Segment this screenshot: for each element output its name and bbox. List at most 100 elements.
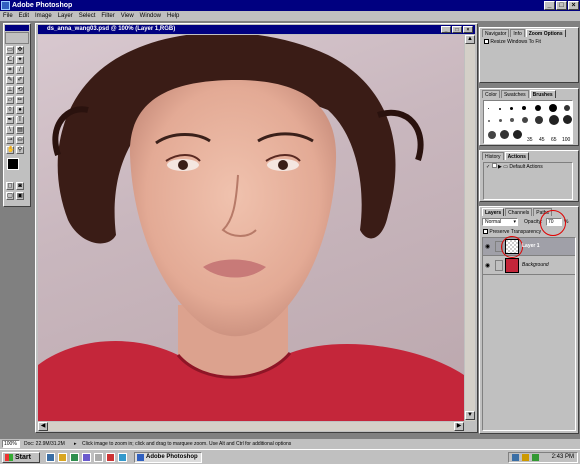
layer-row-layer-1[interactable]: ◉ Layer 1 xyxy=(483,236,575,258)
blur-tool-icon[interactable]: ◊ xyxy=(6,106,14,114)
magic-wand-icon[interactable]: ✦ xyxy=(16,56,24,64)
standard-mode-icon[interactable]: ◻ xyxy=(6,182,14,190)
start-button[interactable]: Start xyxy=(2,452,40,463)
tab-swatches[interactable]: Swatches xyxy=(500,90,529,98)
brush-size-35[interactable]: 35 xyxy=(527,137,533,143)
full-screen-mode-icon[interactable]: ▣ xyxy=(16,192,24,200)
tab-brushes[interactable]: Brushes xyxy=(529,90,556,98)
doc-size[interactable]: Doc: 22.9M/31.2M xyxy=(24,439,65,449)
expand-triangle-icon[interactable]: ▶ xyxy=(498,164,502,170)
preserve-transparency-option[interactable]: Preserve Transparency xyxy=(483,229,541,235)
gradient-tool-icon[interactable]: ▤ xyxy=(16,126,24,134)
brush-size-65[interactable]: 65 xyxy=(551,137,557,143)
quick-mask-mode-icon[interactable]: ◙ xyxy=(16,182,24,190)
eraser-tool-icon[interactable]: ▱ xyxy=(6,96,14,104)
system-tray: 2:43 PM xyxy=(508,452,578,463)
actions-list: ✓ ▶ ▭ Default Actions xyxy=(483,162,573,200)
eyedropper-tool-icon[interactable]: ⊸ xyxy=(6,136,14,144)
volume-tray-icon[interactable] xyxy=(522,454,529,461)
pen-tool-icon[interactable]: ✒ xyxy=(6,116,14,124)
line-tool-icon[interactable]: \ xyxy=(6,126,14,134)
ie-quicklaunch-icon[interactable] xyxy=(46,453,55,462)
brush-size-45[interactable]: 45 xyxy=(539,137,545,143)
tab-channels[interactable]: Channels xyxy=(505,208,533,216)
explorer-quicklaunch-icon[interactable] xyxy=(94,453,103,462)
brush-size-100[interactable]: 100 xyxy=(562,137,570,143)
eye-icon[interactable]: ◉ xyxy=(485,243,490,250)
slice-tool-icon[interactable]: / xyxy=(16,66,24,74)
scroll-up-arrow-icon[interactable]: ▲ xyxy=(465,35,475,44)
paintbrush-tool-icon[interactable]: ✐ xyxy=(16,76,24,84)
tab-info[interactable]: Info xyxy=(510,29,525,37)
type-tool-icon[interactable]: T xyxy=(16,116,24,124)
menu-window[interactable]: Window xyxy=(137,11,164,21)
lasso-tool-icon[interactable]: ᑕ xyxy=(6,56,14,64)
desktop-quicklaunch-icon[interactable] xyxy=(70,453,79,462)
horizontal-scrollbar[interactable]: ◀ ▶ xyxy=(38,422,464,431)
menu-filter[interactable]: Filter xyxy=(98,11,117,21)
app-quicklaunch-icon[interactable] xyxy=(106,453,115,462)
foreground-color-swatch[interactable] xyxy=(7,158,19,170)
doc-maximize-button[interactable]: □ xyxy=(452,26,462,33)
chevron-down-icon: ▾ xyxy=(513,219,516,225)
taskbar-photoshop-button[interactable]: Adobe Photoshop xyxy=(134,452,202,463)
maximize-button[interactable]: □ xyxy=(556,1,567,10)
menu-image[interactable]: Image xyxy=(32,11,55,21)
menu-view[interactable]: View xyxy=(118,11,137,21)
outlook-quicklaunch-icon[interactable] xyxy=(58,453,67,462)
monitor-tray-icon[interactable] xyxy=(532,454,539,461)
dialog-toggle-icon[interactable] xyxy=(491,163,497,168)
tab-layers[interactable]: Layers xyxy=(482,208,505,216)
highlight-circle xyxy=(540,210,566,236)
brush-grid[interactable]: 35 45 65 100 xyxy=(483,100,573,144)
tab-actions[interactable]: Actions xyxy=(504,152,529,160)
photoshop-task-icon xyxy=(137,454,144,461)
scroll-right-arrow-icon[interactable]: ▶ xyxy=(454,422,464,431)
channels-quicklaunch-icon[interactable] xyxy=(82,453,91,462)
tab-zoom-options[interactable]: Zoom Options xyxy=(525,29,566,37)
doc-minimize-button[interactable]: _ xyxy=(441,26,451,33)
zoom-tool-icon[interactable]: ⚲ xyxy=(16,146,24,154)
resize-windows-option[interactable]: Resize Windows To Fit xyxy=(480,37,578,47)
hand-tool-icon[interactable]: ✋ xyxy=(6,146,14,154)
airbrush-tool-icon[interactable]: ✎ xyxy=(6,76,14,84)
minimize-button[interactable]: _ xyxy=(544,1,555,10)
layers-panel: Layers Channels Paths Normal ▾ Opacity: 70… xyxy=(479,206,579,434)
bucket-tool-icon[interactable]: ⛀ xyxy=(16,136,24,144)
menu-layer[interactable]: Layer xyxy=(55,11,76,21)
history-brush-icon[interactable]: ⟲ xyxy=(16,86,24,94)
crop-tool-icon[interactable]: ⌗ xyxy=(6,66,14,74)
checkbox-icon[interactable] xyxy=(484,39,489,45)
screen-mode-icon[interactable]: ▢ xyxy=(6,192,14,200)
tab-navigator[interactable]: Navigator xyxy=(482,29,510,37)
image-canvas[interactable] xyxy=(38,35,464,421)
move-tool-icon[interactable]: ✥ xyxy=(16,46,24,54)
blend-mode-select[interactable]: Normal ▾ xyxy=(482,218,518,226)
pencil-tool-icon[interactable]: ✏ xyxy=(16,96,24,104)
layer-row-background[interactable]: ◉ Background xyxy=(483,257,575,275)
scroll-left-arrow-icon[interactable]: ◀ xyxy=(38,422,48,431)
action-set-row[interactable]: ✓ ▶ ▭ Default Actions xyxy=(484,163,572,171)
vertical-scrollbar[interactable]: ▲ ▼ xyxy=(465,35,475,421)
photoshop-eye-icon[interactable] xyxy=(5,32,29,44)
clock[interactable]: 2:43 PM xyxy=(552,454,574,460)
eye-icon[interactable]: ◉ xyxy=(485,262,490,269)
doc-close-button[interactable]: × xyxy=(463,26,473,33)
stamp-tool-icon[interactable]: ⊥ xyxy=(6,86,14,94)
close-button[interactable]: × xyxy=(568,1,579,10)
tab-color[interactable]: Color xyxy=(482,90,500,98)
zoom-level[interactable]: 100% xyxy=(2,440,20,448)
menu-select[interactable]: Select xyxy=(76,11,99,21)
menu-help[interactable]: Help xyxy=(164,11,182,21)
menu-edit[interactable]: Edit xyxy=(16,11,32,21)
marquee-tool-icon[interactable]: ▭ xyxy=(6,46,14,54)
checkbox-icon[interactable] xyxy=(483,229,488,235)
tab-history[interactable]: History xyxy=(482,152,504,160)
menu-file[interactable]: File xyxy=(0,11,16,21)
toolbox-title xyxy=(5,25,29,31)
network-tray-icon[interactable] xyxy=(512,454,519,461)
brush-link-icon[interactable] xyxy=(495,260,503,271)
app2-quicklaunch-icon[interactable] xyxy=(118,453,127,462)
dodge-tool-icon[interactable]: ● xyxy=(16,106,24,114)
scroll-down-arrow-icon[interactable]: ▼ xyxy=(465,411,475,420)
